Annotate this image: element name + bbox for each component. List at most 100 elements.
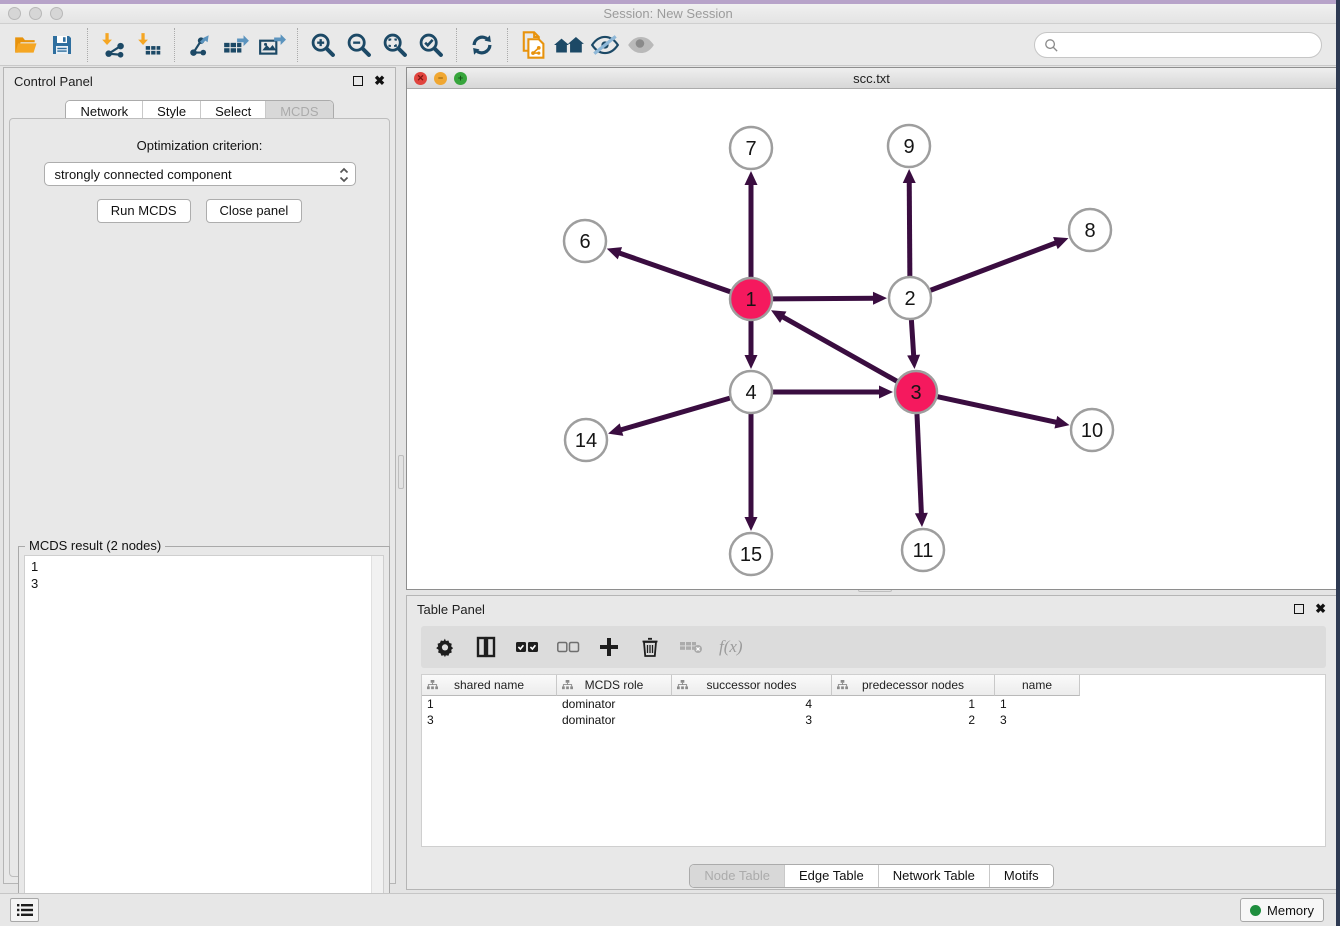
export-network-icon[interactable] xyxy=(182,28,218,62)
column-type-icon xyxy=(677,680,688,691)
result-scrollbar[interactable] xyxy=(371,556,383,918)
control-panel: Control Panel ✖ Network Style Select MCD… xyxy=(3,67,396,884)
graph-edge-arrowhead xyxy=(907,355,920,369)
column-header-label: successor nodes xyxy=(706,678,796,692)
deselect-checks-icon[interactable] xyxy=(555,633,581,661)
session-title: Session: New Session xyxy=(0,6,1336,21)
table-cell[interactable]: 1 xyxy=(995,697,1080,711)
copy-view-icon[interactable] xyxy=(515,28,551,62)
select-all-checks-icon[interactable] xyxy=(514,633,540,661)
table-cell[interactable]: 1 xyxy=(832,697,995,711)
graph-edge[interactable] xyxy=(938,397,1059,423)
optimization-criterion-select[interactable]: strongly connected component xyxy=(44,162,356,186)
graph-edge[interactable] xyxy=(931,242,1059,290)
column-header-MCDS-role[interactable]: MCDS role xyxy=(557,675,672,696)
add-column-icon[interactable] xyxy=(596,633,622,661)
table-cell[interactable]: 1 xyxy=(422,697,557,711)
graph-edge[interactable] xyxy=(909,180,910,276)
graph-edge[interactable] xyxy=(773,298,876,299)
save-session-icon[interactable] xyxy=(44,28,80,62)
tab-edge-table[interactable]: Edge Table xyxy=(785,865,879,887)
mcds-result-title: MCDS result (2 nodes) xyxy=(25,538,165,553)
table-row[interactable]: 3dominator323 xyxy=(422,712,1325,728)
open-session-icon[interactable] xyxy=(8,28,44,62)
import-network-icon[interactable] xyxy=(95,28,131,62)
search-icon xyxy=(1044,38,1059,53)
tab-network-table[interactable]: Network Table xyxy=(879,865,990,887)
network-window-titlebar[interactable]: ✕ − + scc.txt xyxy=(407,68,1336,89)
graph-edge-arrowhead xyxy=(1054,416,1069,429)
refresh-icon[interactable] xyxy=(464,28,500,62)
home-fit-icon[interactable] xyxy=(551,28,587,62)
float-panel-icon[interactable] xyxy=(353,74,363,89)
graph-node-label: 15 xyxy=(740,544,762,566)
table-tabstrip: Node Table Edge Table Network Table Moti… xyxy=(689,864,1053,888)
graph-edge[interactable] xyxy=(781,316,897,382)
tab-node-table[interactable]: Node Table xyxy=(690,865,785,887)
graph-edge-arrowhead xyxy=(745,171,758,185)
column-header-successor-nodes[interactable]: successor nodes xyxy=(672,675,832,696)
export-image-icon[interactable] xyxy=(254,28,290,62)
table-cell[interactable]: 4 xyxy=(672,697,832,711)
show-column-icon[interactable] xyxy=(473,633,499,661)
toolbar-separator xyxy=(456,28,457,62)
graph-edge-arrowhead xyxy=(915,513,928,527)
graph-edge[interactable] xyxy=(911,320,913,358)
graph-node-label: 9 xyxy=(903,136,914,158)
import-table-icon[interactable] xyxy=(131,28,167,62)
graph-edge[interactable] xyxy=(617,252,730,292)
table-cell[interactable]: dominator xyxy=(557,697,672,711)
zoom-fit-icon[interactable] xyxy=(377,28,413,62)
table-cell[interactable]: dominator xyxy=(557,713,672,727)
column-header-name[interactable]: name xyxy=(995,675,1080,696)
run-mcds-button[interactable]: Run MCDS xyxy=(97,199,191,223)
column-header-label: name xyxy=(1022,678,1052,692)
graph-edge-arrowhead xyxy=(607,247,622,259)
control-panel-title: Control Panel xyxy=(14,74,93,89)
column-type-icon xyxy=(837,680,848,691)
memory-status-icon xyxy=(1250,905,1261,916)
column-header-label: MCDS role xyxy=(585,678,644,692)
table-row[interactable]: 1dominator411 xyxy=(422,696,1325,712)
table-cell[interactable]: 2 xyxy=(832,713,995,727)
mcds-result-fieldset: MCDS result (2 nodes) 1 3 xyxy=(18,546,390,925)
hide-selected-icon[interactable] xyxy=(587,28,623,62)
close-panel-button[interactable]: Close panel xyxy=(206,199,303,223)
close-panel-icon[interactable]: ✖ xyxy=(1315,601,1326,617)
table-cell[interactable]: 3 xyxy=(422,713,557,727)
settings-gear-icon[interactable] xyxy=(432,633,458,661)
export-table-icon[interactable] xyxy=(218,28,254,62)
task-history-button[interactable] xyxy=(10,898,39,922)
column-header-predecessor-nodes[interactable]: predecessor nodes xyxy=(832,675,995,696)
float-panel-icon[interactable] xyxy=(1294,602,1304,617)
column-header-shared-name[interactable]: shared name xyxy=(422,675,557,696)
show-all-icon[interactable] xyxy=(623,28,659,62)
close-panel-icon[interactable]: ✖ xyxy=(374,73,385,89)
zoom-out-icon[interactable] xyxy=(341,28,377,62)
zoom-selected-icon[interactable] xyxy=(413,28,449,62)
function-builder-icon: f(x) xyxy=(719,637,743,657)
optimization-criterion-label: Optimization criterion: xyxy=(10,138,389,153)
status-bar: Memory xyxy=(0,893,1336,926)
split-divider-handle[interactable] xyxy=(398,455,404,489)
graph-edge[interactable] xyxy=(619,398,730,430)
network-canvas[interactable]: 1234678910111415 xyxy=(407,90,1336,589)
search-field[interactable] xyxy=(1034,32,1322,58)
graph-node-label: 8 xyxy=(1084,220,1095,242)
network-view-window: ✕ − + scc.txt 1234678910111415 xyxy=(406,67,1337,590)
mcds-result-text[interactable]: 1 3 xyxy=(24,555,384,919)
graph-edge-arrowhead xyxy=(873,292,887,305)
network-view-title: scc.txt xyxy=(407,71,1336,86)
tab-motifs[interactable]: Motifs xyxy=(990,865,1053,887)
node-table[interactable]: shared name MCDS role successor nodes prede… xyxy=(421,674,1326,847)
memory-button[interactable]: Memory xyxy=(1240,898,1324,922)
graph-node-label: 14 xyxy=(575,430,597,452)
table-header-row: shared name MCDS role successor nodes prede… xyxy=(422,675,1325,696)
graph-edge[interactable] xyxy=(917,414,922,516)
delete-column-icon[interactable] xyxy=(637,633,663,661)
column-header-label: predecessor nodes xyxy=(862,678,964,692)
zoom-in-icon[interactable] xyxy=(305,28,341,62)
table-cell[interactable]: 3 xyxy=(672,713,832,727)
table-cell[interactable]: 3 xyxy=(995,713,1080,727)
table-panel: Table Panel ✖ f(x) shared nameMCDS roles… xyxy=(406,595,1337,890)
